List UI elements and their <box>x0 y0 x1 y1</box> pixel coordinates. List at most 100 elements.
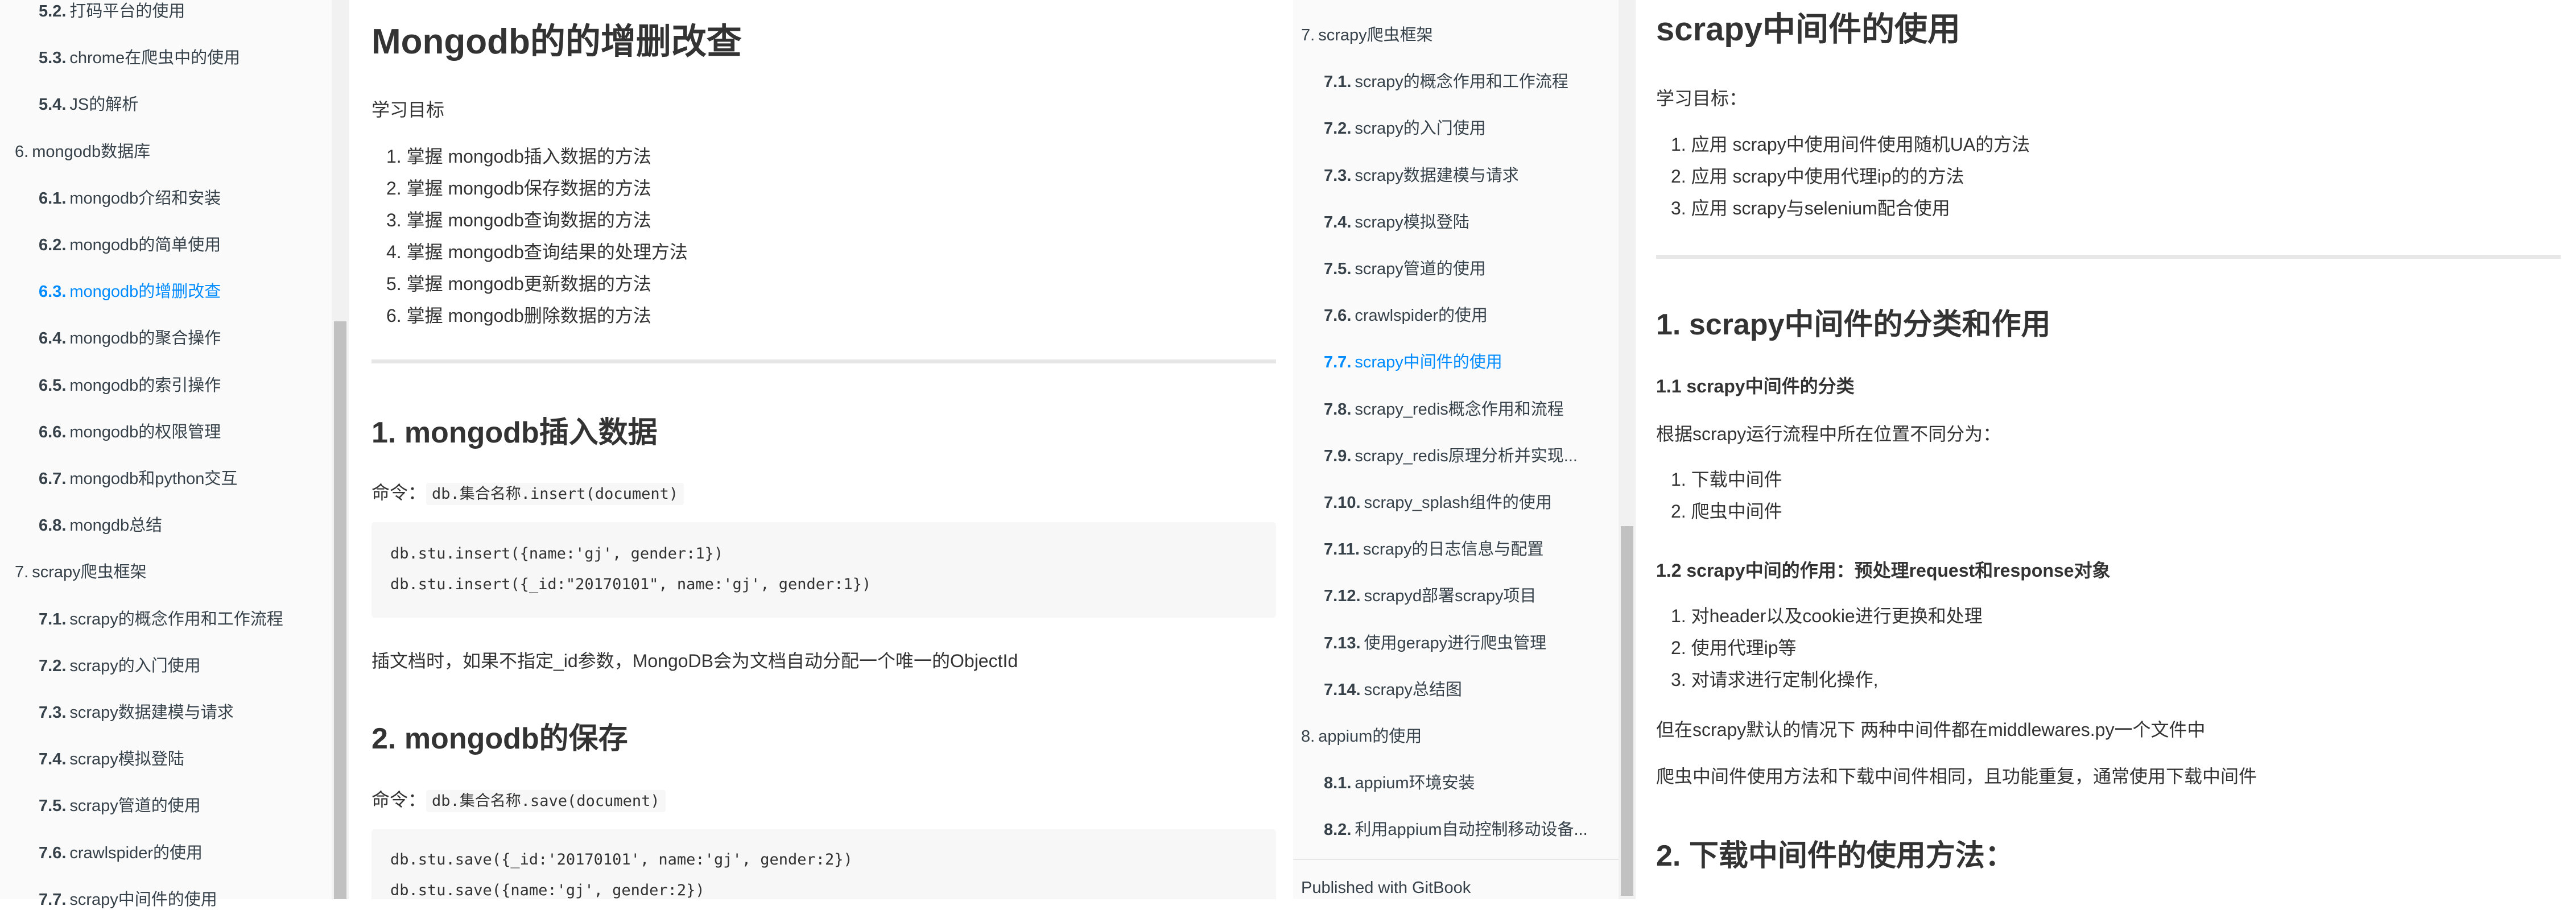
right-toc-item[interactable]: 7.3. scrapy数据建模与请求 <box>1324 162 1610 186</box>
left-toc-item-number: 7.5. <box>39 797 67 816</box>
learning-goal-item-number: 3. <box>1671 198 1691 218</box>
middle-page-content: Mongodb的的增删改查 学习目标 1. 掌握 mongodb插入数据的方法 2… <box>349 0 1293 899</box>
left-toc-item-number: 7.7. <box>39 890 67 909</box>
learning-goal-item-number: 1. <box>1671 134 1691 155</box>
right-toc-item[interactable]: 7.1. scrapy的概念作用和工作流程 <box>1324 68 1610 92</box>
left-toc-item-label: scrapy中间件的使用 <box>69 890 217 909</box>
right-toc-item[interactable]: 7.10. scrapy_splash组件的使用 <box>1324 489 1610 513</box>
right-toc-item[interactable]: 7.7. scrapy中间件的使用 <box>1324 349 1610 373</box>
section-heading-insert: 1. mongodb插入数据 <box>371 416 658 449</box>
left-toc-item[interactable]: 6.2. mongodb的简单使用 <box>39 231 323 255</box>
right-toc-item[interactable]: 7. scrapy爬虫框架 <box>1301 22 1610 46</box>
left-toc-item[interactable]: 6.3. mongodb的增删改查 <box>39 278 323 302</box>
middleware-type-item-text: 下载中间件 <box>1691 469 1782 490</box>
left-toc-item-label: scrapy管道的使用 <box>69 797 201 816</box>
learning-goal-item-number: 2. <box>1671 166 1691 187</box>
middleware-role-item-number: 3. <box>1671 669 1691 690</box>
left-toc-item-number: 6.5. <box>39 376 67 395</box>
right-toc-item-label: 利用appium自动控制移动设备... <box>1355 821 1588 839</box>
left-toc-item[interactable]: 6.7. mongodb和python交互 <box>39 465 323 489</box>
left-toc-item[interactable]: 6.1. mongodb介绍和安装 <box>39 185 323 209</box>
right-toc-item-number: 7.1. <box>1324 73 1352 92</box>
left-toc-item[interactable]: 5.4. JS的解析 <box>39 91 323 115</box>
right-toc-item-label: scrapy_redis概念作用和流程 <box>1355 400 1564 419</box>
subheading-classify: 1.1 scrapy中间件的分类 <box>1656 376 1855 396</box>
right-toc-item[interactable]: 8.2. 利用appium自动控制移动设备... <box>1324 816 1610 840</box>
left-sidebar-scrollbar-thumb[interactable] <box>334 321 346 899</box>
left-toc-item[interactable]: 6.8. mongdb总结 <box>39 512 323 536</box>
left-toc-item-label: mongodb数据库 <box>32 142 151 161</box>
left-toc-item[interactable]: 6.5. mongodb的索引操作 <box>39 372 323 396</box>
right-toc-item[interactable]: 7.14. scrapy总结图 <box>1324 676 1610 700</box>
learning-goal-item: 3. 应用 scrapy与selenium配合使用 <box>1671 194 1950 220</box>
middleware-type-item-number: 1. <box>1671 469 1691 490</box>
middleware-type-item-number: 2. <box>1671 501 1691 522</box>
section-divider <box>371 359 1276 363</box>
right-toc-item[interactable]: 8. appium的使用 <box>1301 723 1610 747</box>
right-toc-item[interactable]: 7.12. scrapyd部署scrapy项目 <box>1324 582 1610 606</box>
right-toc-item-label: scrapy总结图 <box>1364 680 1462 699</box>
right-toc-item[interactable]: 7.6. crawlspider的使用 <box>1324 302 1610 326</box>
left-toc-item[interactable]: 7.6. crawlspider的使用 <box>39 839 323 863</box>
right-toc-item-number: 7.6. <box>1324 307 1352 325</box>
left-toc-item-number: 6. <box>15 142 29 161</box>
right-toc-item[interactable]: 7.11. scrapy的日志信息与配置 <box>1324 536 1610 560</box>
save-command-line: 命令： db.集合名称.save(document) <box>371 785 666 812</box>
learning-goal-item: 3. 掌握 mongodb查询数据的方法 <box>386 206 651 232</box>
left-toc-item-label: scrapy的概念作用和工作流程 <box>69 610 283 628</box>
left-toc-item-label: mongodb的索引操作 <box>69 376 221 395</box>
right-toc-item[interactable]: 7.4. scrapy模拟登陆 <box>1324 209 1610 233</box>
left-toc-item-label: mongodb和python交互 <box>69 470 238 488</box>
learning-goal-item-number: 4. <box>386 242 407 262</box>
right-toc-item[interactable]: 7.8. scrapy_redis概念作用和流程 <box>1324 396 1610 420</box>
code-line: db.stu.insert({_id:"20170101", name:'gj'… <box>390 576 872 593</box>
right-toc-item-label: scrapy数据建模与请求 <box>1355 166 1519 185</box>
subheading-role-response: response <box>1993 560 2074 581</box>
right-toc-item[interactable]: 7.13. 使用gerapy进行爬虫管理 <box>1324 630 1610 653</box>
right-toc-item-number: 7.9. <box>1324 446 1352 465</box>
left-toc-item[interactable]: 7.7. scrapy中间件的使用 <box>39 886 323 910</box>
insert-code-block: db.stu.insert({name:'gj', gender:1}) db.… <box>371 522 1276 618</box>
left-toc-item-number: 7.2. <box>39 656 67 675</box>
left-toc-item-label: scrapy模拟登陆 <box>69 750 184 769</box>
middleware-role-item-text: 使用代理ip等 <box>1691 638 1797 658</box>
right-toc-item-number: 7.2. <box>1324 119 1352 138</box>
right-toc-item[interactable]: 7.9. scrapy_redis原理分析并实现... <box>1324 442 1610 466</box>
left-toc-item[interactable]: 7. scrapy爬虫框架 <box>15 559 322 582</box>
left-toc-item[interactable]: 7.1. scrapy的概念作用和工作流程 <box>39 606 323 630</box>
classify-intro: 根据scrapy运行流程中所在位置不同分为： <box>1656 424 2001 444</box>
left-toc-item-label: mongodb的聚合操作 <box>69 329 221 348</box>
left-toc-item-label: mongodb的增删改查 <box>69 283 221 301</box>
right-sidebar-scrollbar-thumb[interactable] <box>1621 526 1633 896</box>
subheading-role-object: 对象 <box>2074 560 2111 581</box>
right-toc-item-number: 7.3. <box>1324 166 1352 185</box>
middleware-role-item-number: 1. <box>1671 606 1691 626</box>
right-toc-item-number: 7.8. <box>1324 400 1352 419</box>
left-toc-item[interactable]: 6.4. mongodb的聚合操作 <box>39 325 323 349</box>
right-toc-item[interactable]: 7.5. scrapy管道的使用 <box>1324 255 1610 279</box>
right-toc-item-label: scrapy的入门使用 <box>1355 119 1486 138</box>
right-toc-item[interactable]: 7.2. scrapy的入门使用 <box>1324 115 1610 139</box>
learning-goal-item-text: 掌握 mongodb插入数据的方法 <box>406 146 651 167</box>
save-command-code: db.集合名称.save(document) <box>426 790 666 812</box>
left-toc-item[interactable]: 7.5. scrapy管道的使用 <box>39 792 323 816</box>
learning-goal-item-text: 掌握 mongodb查询数据的方法 <box>406 210 651 230</box>
left-toc-item-label: mongodb的权限管理 <box>69 423 221 441</box>
left-toc-item[interactable]: 5.2. 打码平台的使用 <box>39 0 323 22</box>
left-toc-item[interactable]: 5.3. chrome在爬虫中的使用 <box>39 44 323 68</box>
right-toc-item-number: 7.4. <box>1324 213 1352 231</box>
left-toc-item-number: 6.3. <box>39 283 67 301</box>
left-toc-item-label: mongodb介绍和安装 <box>69 189 221 208</box>
left-toc-item[interactable]: 7.3. scrapy数据建模与请求 <box>39 699 323 723</box>
left-toc-item[interactable]: 6. mongodb数据库 <box>15 138 322 162</box>
left-toc-item[interactable]: 7.4. scrapy模拟登陆 <box>39 746 323 770</box>
learning-goal-item-number: 5. <box>386 274 407 294</box>
left-toc-item[interactable]: 6.6. mongodb的权限管理 <box>39 419 323 442</box>
right-toc-item-number: 8.1. <box>1324 774 1352 793</box>
published-with-gitbook-link[interactable]: Published with GitBook <box>1301 879 1471 897</box>
right-toc-item[interactable]: 8.1. appium环境安装 <box>1324 770 1610 793</box>
learning-goal-item: 1. 掌握 mongodb插入数据的方法 <box>386 142 651 168</box>
learning-goal-item-number: 3. <box>386 210 407 230</box>
left-toc-item[interactable]: 7.2. scrapy的入门使用 <box>39 652 323 676</box>
learning-goal-item-number: 2. <box>386 178 407 198</box>
